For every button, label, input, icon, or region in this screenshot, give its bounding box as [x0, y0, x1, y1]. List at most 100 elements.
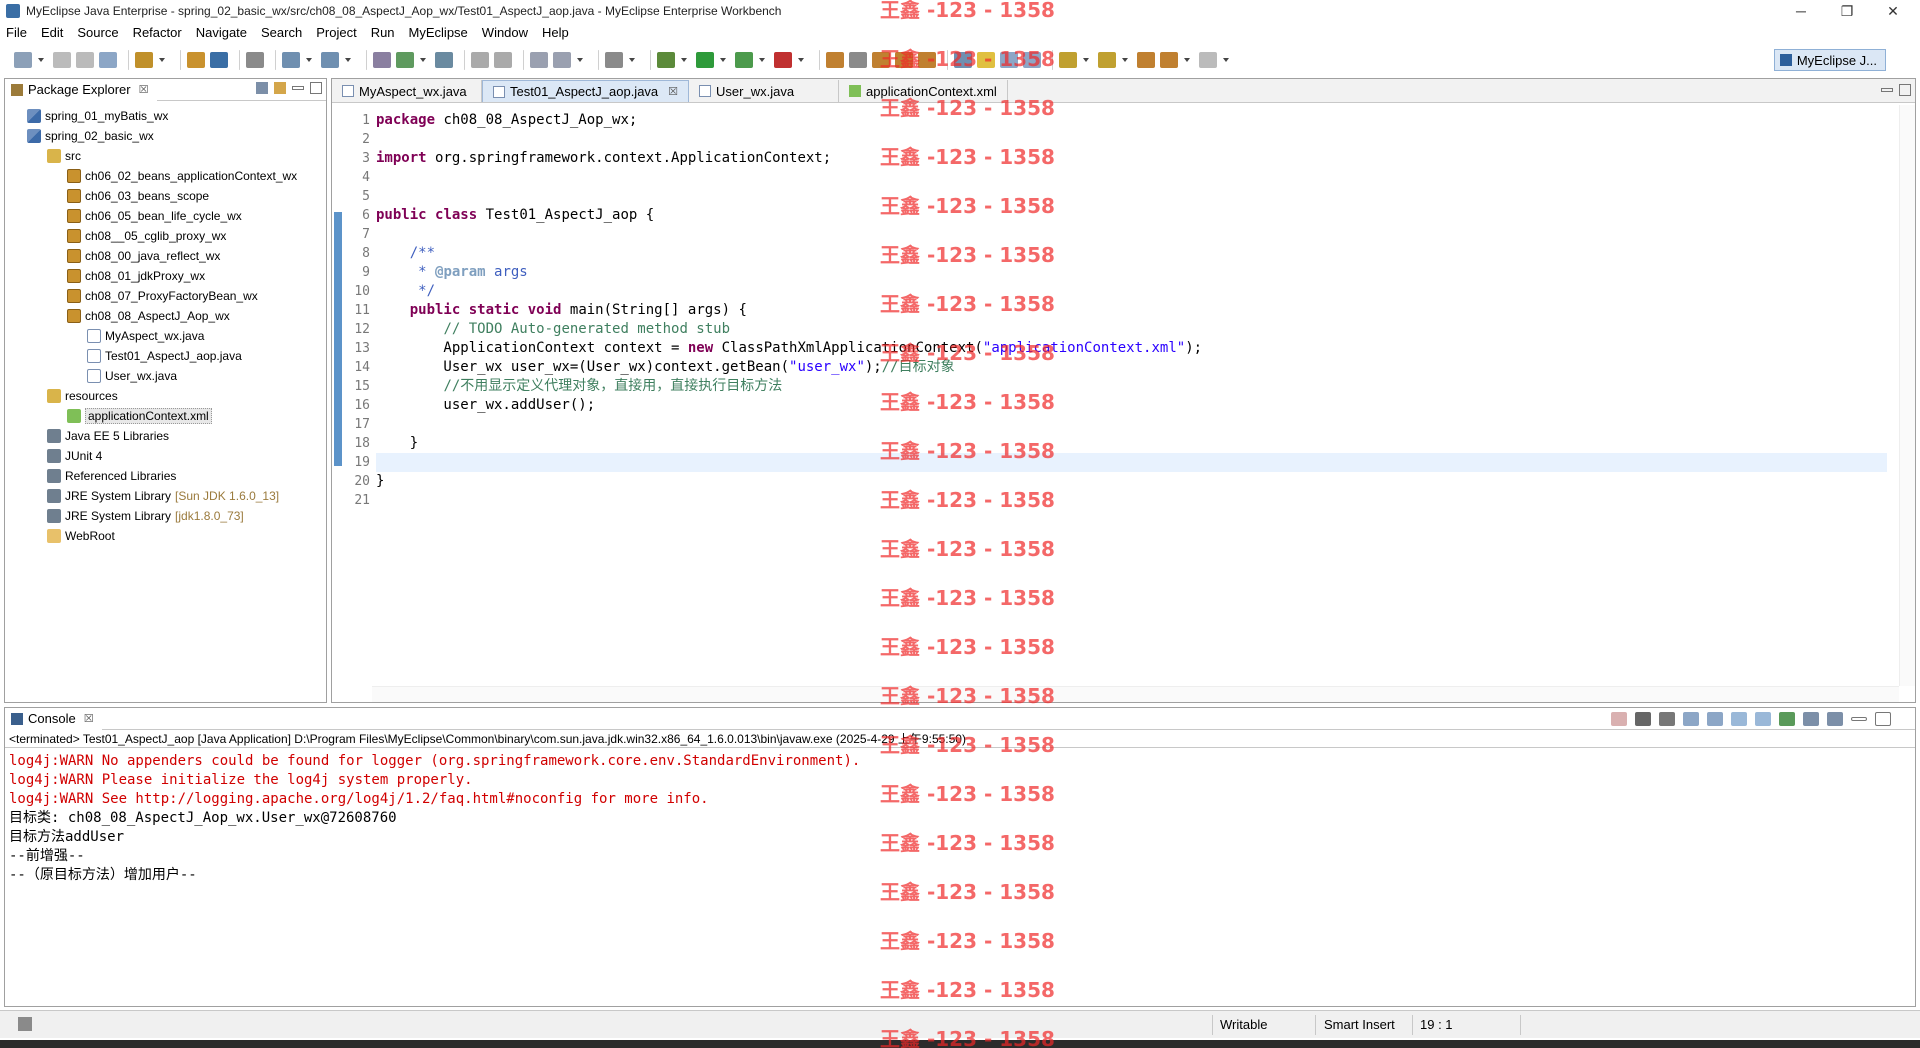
dropdown-arrow-icon[interactable] [628, 52, 636, 68]
menu-navigate[interactable]: Navigate [196, 25, 247, 40]
dropdown-arrow-icon[interactable] [797, 52, 805, 68]
toolbar-button-icon[interactable] [396, 52, 414, 68]
toolbar-button-icon[interactable] [246, 52, 264, 68]
code-line[interactable] [376, 130, 1887, 149]
code-line[interactable]: //不用显示定义代理对象，直接用，直接执行目标方法 [376, 377, 1887, 396]
toolbar-button-icon[interactable] [553, 52, 571, 68]
toolbar-button-icon[interactable] [774, 52, 792, 68]
toolbar-button-icon[interactable] [696, 52, 714, 68]
menu-source[interactable]: Source [77, 25, 118, 40]
toolbar-button-icon[interactable] [1098, 52, 1116, 68]
toolbar-button-icon[interactable] [53, 52, 71, 68]
toolbar-button-icon[interactable] [435, 52, 453, 68]
menu-file[interactable]: File [6, 25, 27, 40]
pin-console-icon[interactable] [1779, 712, 1795, 726]
menu-edit[interactable]: Edit [41, 25, 63, 40]
source-code[interactable]: package ch08_08_AspectJ_Aop_wx;import or… [376, 111, 1887, 510]
link-with-editor-icon[interactable] [274, 82, 286, 94]
perspective-myeclipse-button[interactable]: MyEclipse J... [1773, 49, 1886, 71]
tree-item[interactable]: ch08_08_AspectJ_Aop_wx [67, 306, 230, 326]
clear-console-icon[interactable] [1683, 712, 1699, 726]
toolbar-button-icon[interactable] [187, 52, 205, 68]
remove-all-terminated-icon[interactable] [1659, 712, 1675, 726]
tree-item[interactable]: ch06_03_beans_scope [67, 186, 209, 206]
code-line[interactable] [376, 187, 1887, 206]
close-icon[interactable]: ☒ [668, 85, 678, 98]
editor-tab[interactable]: applicationContext.xml [839, 80, 1008, 102]
code-line[interactable] [376, 225, 1887, 244]
terminate-icon[interactable] [1611, 712, 1627, 726]
tree-item[interactable]: ch08__05_cglib_proxy_wx [67, 226, 226, 246]
code-line[interactable]: public class Test01_AspectJ_aop { [376, 206, 1887, 225]
dropdown-arrow-icon[interactable] [1082, 52, 1090, 68]
editor-tab[interactable]: MyAspect_wx.java [332, 80, 482, 102]
display-console-icon[interactable] [1803, 712, 1819, 726]
scroll-lock-icon[interactable] [1707, 712, 1723, 726]
toolbar-button-icon[interactable] [735, 52, 753, 68]
maximize-editor-icon[interactable] [1899, 84, 1911, 96]
toolbar-button-icon[interactable] [605, 52, 623, 68]
code-line[interactable] [376, 415, 1887, 434]
tree-item[interactable]: JUnit 4 [47, 446, 102, 466]
code-line[interactable]: import org.springframework.context.Appli… [376, 149, 1887, 168]
toolbar-button-icon[interactable] [494, 52, 512, 68]
dropdown-arrow-icon[interactable] [719, 52, 727, 68]
minimize-editor-icon[interactable] [1881, 88, 1893, 92]
code-line[interactable] [376, 491, 1887, 510]
toolbar-button-icon[interactable] [1137, 52, 1155, 68]
open-console-icon[interactable] [1827, 712, 1843, 726]
menu-help[interactable]: Help [542, 25, 569, 40]
tab-package-explorer[interactable]: Package Explorer ☒ [5, 78, 157, 101]
code-line[interactable]: */ [376, 282, 1887, 301]
tree-item[interactable]: src [47, 146, 81, 166]
tree-item[interactable]: JRE System Library [jdk1.8.0_73] [47, 506, 244, 526]
toolbar-button-icon[interactable] [1000, 52, 1018, 68]
editor-tab[interactable]: User_wx.java [689, 80, 840, 102]
tree-item[interactable]: ch06_02_beans_applicationContext_wx [67, 166, 297, 186]
tree-item[interactable]: ch06_05_bean_life_cycle_wx [67, 206, 242, 226]
code-line[interactable]: package ch08_08_AspectJ_Aop_wx; [376, 111, 1887, 130]
close-icon[interactable]: ☒ [139, 83, 149, 96]
minimize-view-icon[interactable] [1851, 717, 1867, 721]
editor-tab[interactable]: Test01_AspectJ_aop.java ☒ [482, 80, 690, 102]
toolbar-button-icon[interactable] [99, 52, 117, 68]
menu-myeclipse[interactable]: MyEclipse [409, 25, 468, 40]
dropdown-arrow-icon[interactable] [576, 52, 584, 68]
menu-window[interactable]: Window [482, 25, 528, 40]
dropdown-arrow-icon[interactable] [158, 52, 166, 68]
tree-item[interactable]: spring_02_basic_wx [27, 126, 154, 146]
menu-refactor[interactable]: Refactor [133, 25, 182, 40]
show-on-error-icon[interactable] [1755, 712, 1771, 726]
maximize-button[interactable]: ❐ [1824, 0, 1870, 22]
editor-horizontal-scrollbar[interactable] [372, 686, 1899, 702]
toolbar-button-icon[interactable] [471, 52, 489, 68]
toolbar-button-icon[interactable] [1059, 52, 1077, 68]
toolbar-button-icon[interactable] [135, 52, 153, 68]
toolbar-button-icon[interactable] [977, 52, 995, 68]
toolbar-button-icon[interactable] [849, 52, 867, 68]
dropdown-arrow-icon[interactable] [1222, 52, 1230, 68]
tab-console[interactable]: Console ☒ [5, 707, 102, 730]
maximize-view-icon[interactable] [310, 82, 322, 94]
toolbar-button-icon[interactable] [14, 52, 32, 68]
dropdown-arrow-icon[interactable] [419, 52, 427, 68]
code-line[interactable]: // TODO Auto-generated method stub [376, 320, 1887, 339]
toolbar-button-icon[interactable] [954, 52, 972, 68]
tree-item[interactable]: Test01_AspectJ_aop.java [87, 346, 242, 366]
tree-item[interactable]: Referenced Libraries [47, 466, 176, 486]
menu-project[interactable]: Project [316, 25, 356, 40]
minimize-button[interactable]: ─ [1778, 0, 1824, 22]
tree-item[interactable]: JRE System Library [Sun JDK 1.6.0_13] [47, 486, 279, 506]
toolbar-button-icon[interactable] [76, 52, 94, 68]
fast-view-icon[interactable] [18, 1017, 32, 1031]
dropdown-arrow-icon[interactable] [305, 52, 313, 68]
toolbar-button-icon[interactable] [210, 52, 228, 68]
dropdown-arrow-icon[interactable] [1183, 52, 1191, 68]
code-line[interactable]: user_wx.addUser(); [376, 396, 1887, 415]
tree-item[interactable]: User_wx.java [87, 366, 177, 386]
dropdown-arrow-icon[interactable] [680, 52, 688, 68]
toolbar-button-icon[interactable] [1160, 52, 1178, 68]
remove-launch-icon[interactable] [1635, 712, 1651, 726]
collapse-all-icon[interactable] [256, 82, 268, 94]
toolbar-button-icon[interactable] [373, 52, 391, 68]
